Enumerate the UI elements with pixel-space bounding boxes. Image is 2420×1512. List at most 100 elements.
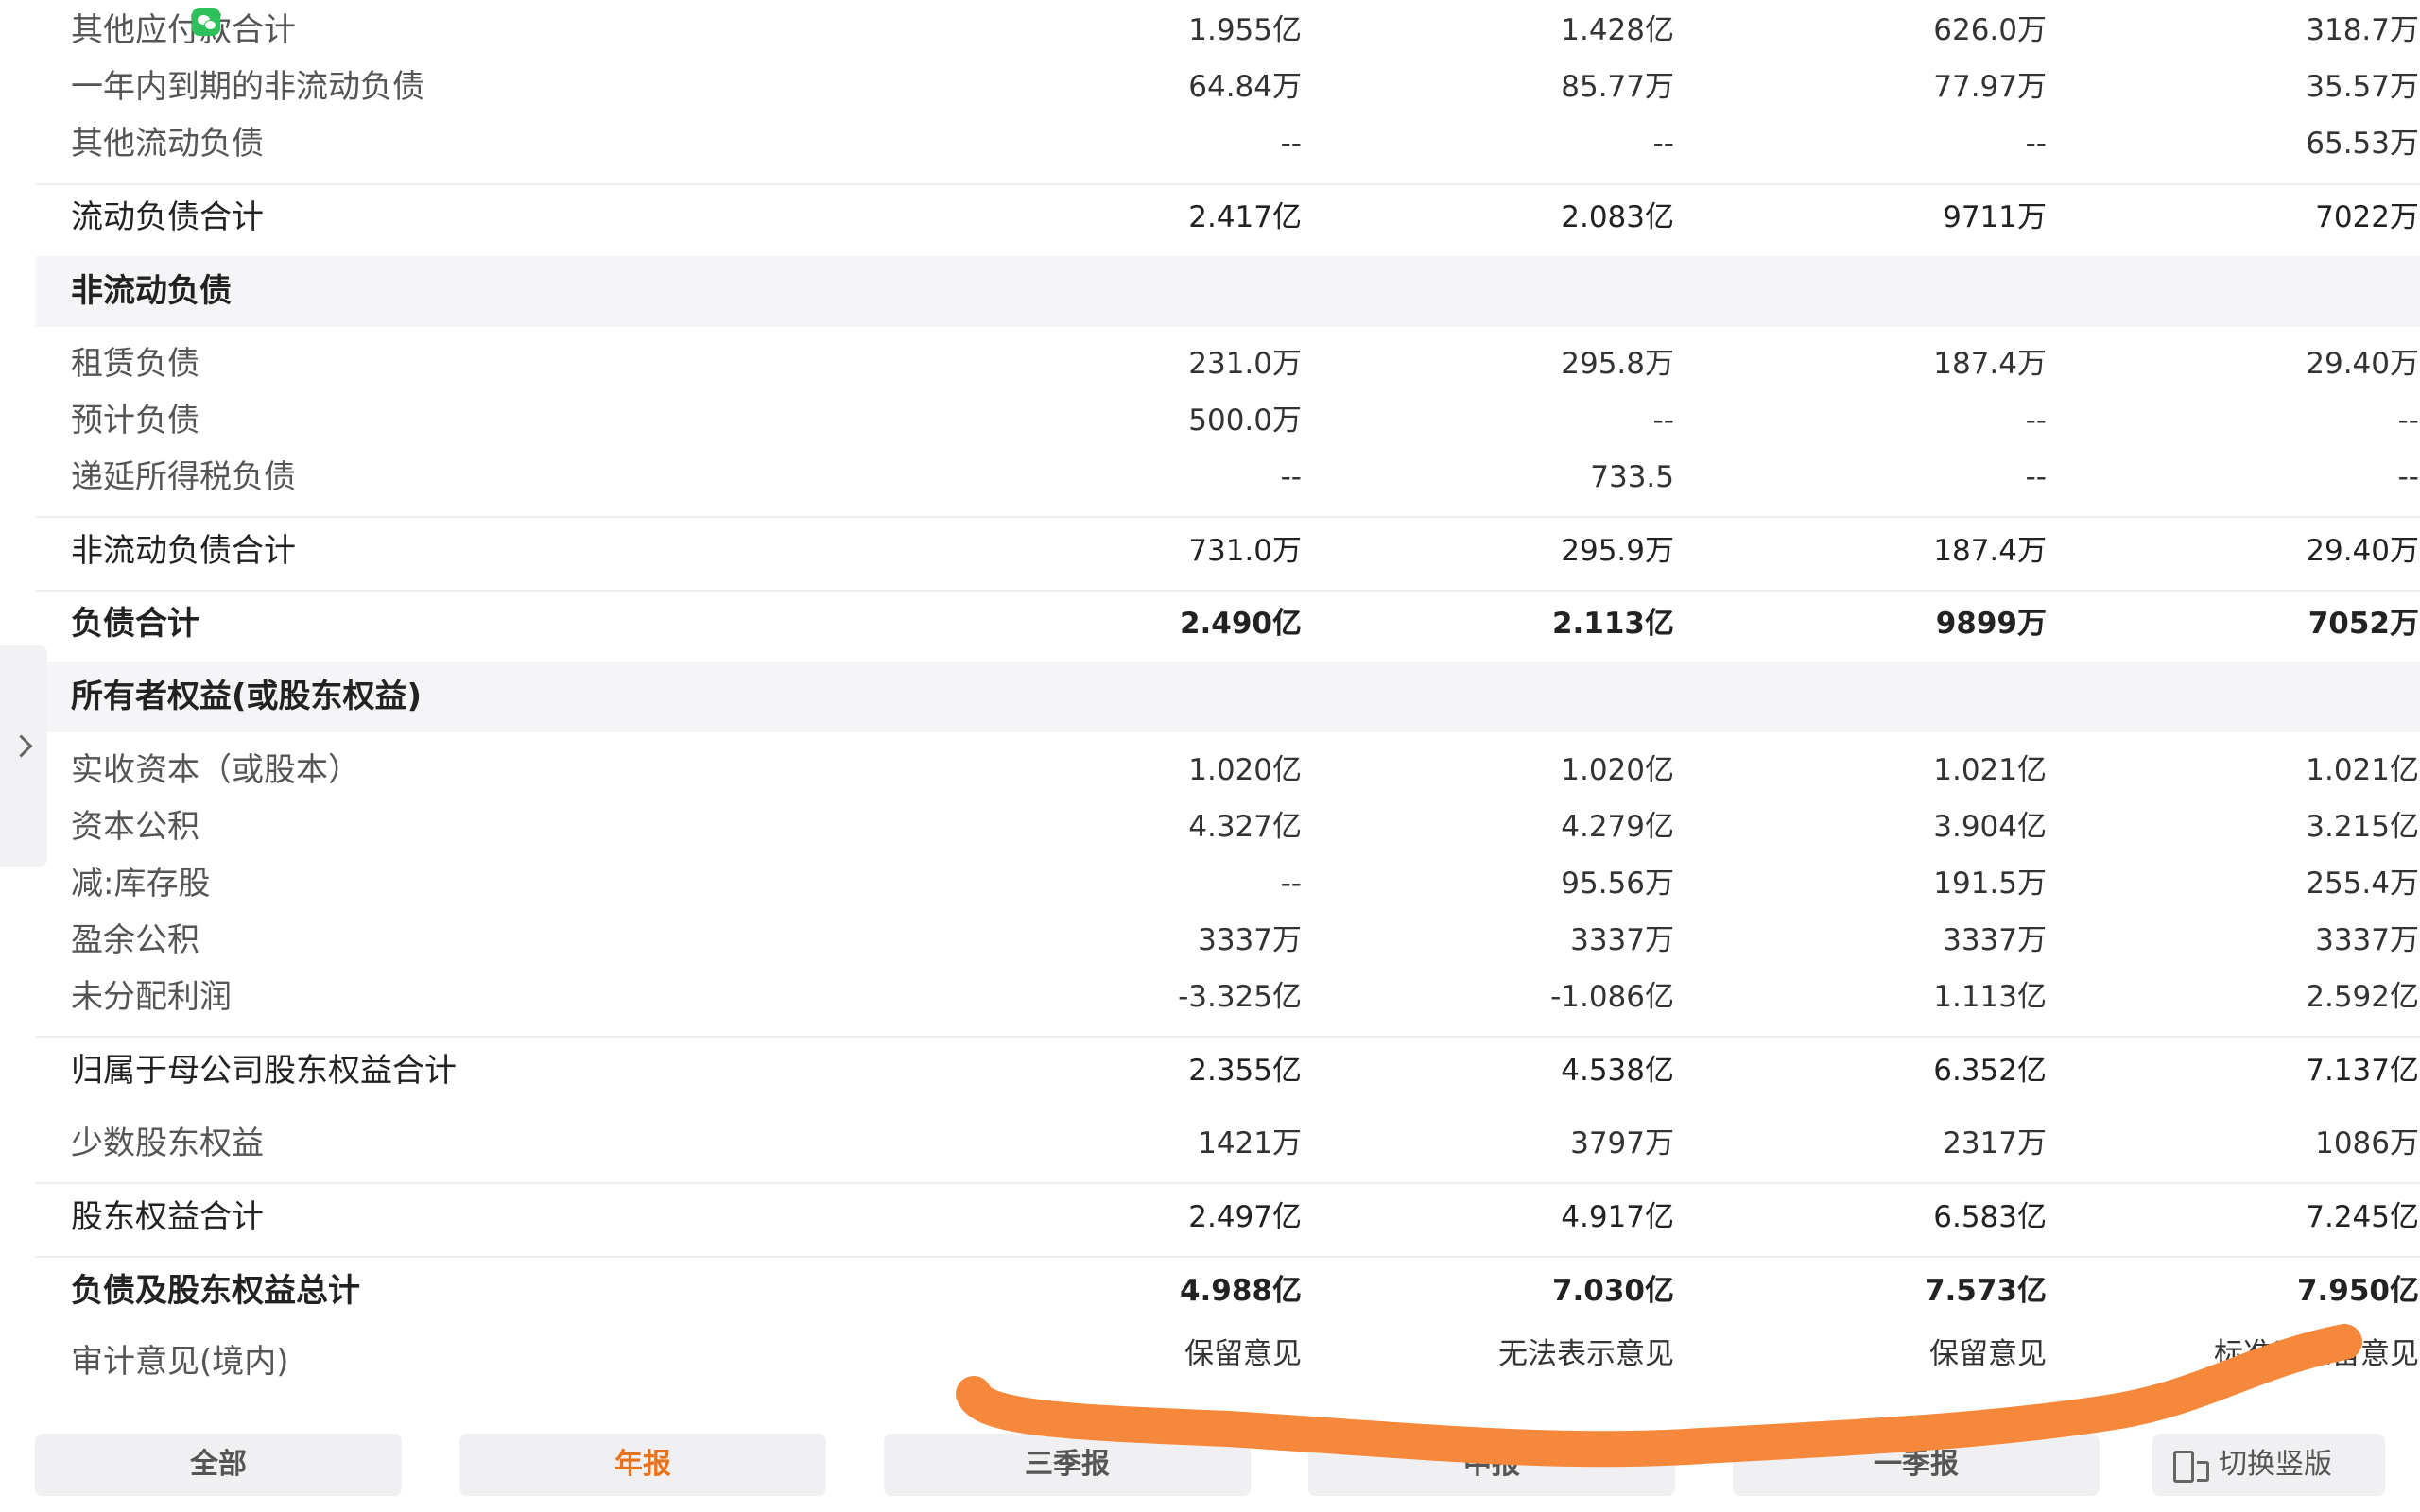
row-noncurrent-total: 非流动负债合计 731.0万 295.9万 187.4万 29.40万 bbox=[35, 523, 2420, 579]
row-value: 3.904亿 bbox=[1933, 810, 2047, 844]
row-paid-in: 实收资本（或股本） 1.020亿 1.020亿 1.021亿 1.021亿 bbox=[35, 742, 2420, 799]
row-value: 3797万 bbox=[1570, 1126, 1674, 1160]
row-value: -- bbox=[2025, 404, 2047, 438]
row-value: 1.020亿 bbox=[1188, 753, 1302, 787]
row-value: 6.583亿 bbox=[1933, 1200, 2047, 1234]
row-value: 3337万 bbox=[1198, 923, 1302, 957]
row-label: 归属于母公司股东权益合计 bbox=[71, 1052, 457, 1090]
row-value: 9711万 bbox=[1943, 200, 2047, 234]
balance-sheet-page: 其他应付款合计 1.955亿 1.428亿 626.0万 318.7万 一年内到… bbox=[0, 0, 2420, 1512]
wechat-icon[interactable] bbox=[192, 8, 220, 36]
row-label: 未分配利润 bbox=[71, 978, 232, 1016]
row-divider bbox=[35, 183, 2420, 185]
row-value: 1.113亿 bbox=[1933, 980, 2047, 1014]
row-label: 实收资本（或股本） bbox=[71, 751, 360, 789]
row-value: 3.215亿 bbox=[2306, 810, 2419, 844]
row-value: 1.955亿 bbox=[1188, 13, 1302, 47]
report-period-tabbar: 全部 年报 三季报 中报 一季报 切换竖版 bbox=[0, 1422, 2420, 1512]
row-value: 35.57万 bbox=[2306, 70, 2419, 104]
row-value: 1086万 bbox=[2315, 1126, 2419, 1160]
row-value: 1.020亿 bbox=[1561, 753, 1674, 787]
row-divider bbox=[35, 1256, 2420, 1258]
row-value: 保留意见 bbox=[1929, 1337, 2047, 1371]
row-value: -- bbox=[1652, 404, 1674, 438]
row-value: -3.325亿 bbox=[1178, 980, 1302, 1014]
row-liab-total: 负债合计 2.490亿 2.113亿 9899万 7052万 bbox=[35, 595, 2420, 652]
tab-annual[interactable]: 年报 bbox=[459, 1434, 826, 1496]
row-value: 无法表示意见 bbox=[1498, 1337, 1674, 1371]
tab-q3[interactable]: 三季报 bbox=[884, 1434, 1251, 1496]
row-value: -- bbox=[1652, 127, 1674, 161]
row-label: 少数股东权益 bbox=[71, 1125, 264, 1162]
row-retained-earnings: 未分配利润 -3.325亿 -1.086亿 1.113亿 2.592亿 bbox=[35, 969, 2420, 1025]
row-parent-equity: 归属于母公司股东权益合计 2.355亿 4.538亿 6.352亿 7.137亿 bbox=[35, 1042, 2420, 1099]
row-value: 7022万 bbox=[2315, 200, 2419, 234]
row-value: 29.40万 bbox=[2306, 534, 2419, 568]
row-label: 减:库存股 bbox=[71, 865, 211, 902]
row-label: 负债及股东权益总计 bbox=[71, 1272, 360, 1310]
row-divider bbox=[35, 516, 2420, 518]
row-value: 2317万 bbox=[1943, 1126, 2047, 1160]
row-deferred-tax: 递延所得税负债 -- 733.5 -- -- bbox=[35, 449, 2420, 506]
row-value: 318.7万 bbox=[2306, 13, 2419, 47]
row-label: 非流动负债合计 bbox=[71, 532, 296, 570]
row-value: 731.0万 bbox=[1188, 534, 1302, 568]
row-label: 递延所得税负债 bbox=[71, 458, 296, 496]
row-value: 4.538亿 bbox=[1561, 1054, 1674, 1088]
rotate-screen-icon bbox=[2173, 1451, 2209, 1483]
row-value: 2.497亿 bbox=[1188, 1200, 1302, 1234]
row-value: -- bbox=[1280, 127, 1302, 161]
row-grand-total: 负债及股东权益总计 4.988亿 7.030亿 7.573亿 7.950亿 bbox=[35, 1263, 2420, 1319]
row-value: 295.8万 bbox=[1561, 347, 1674, 381]
row-label: 资本公积 bbox=[71, 808, 199, 846]
row-provisions: 预计负债 500.0万 -- -- -- bbox=[35, 392, 2420, 449]
row-label: 负债合计 bbox=[71, 605, 199, 643]
tab-interim[interactable]: 中报 bbox=[1308, 1434, 1675, 1496]
row-divider bbox=[35, 1036, 2420, 1038]
section-title: 所有者权益(或股东权益) bbox=[71, 678, 423, 715]
row-value: 733.5 bbox=[1590, 460, 1674, 494]
switch-portrait-label: 切换竖版 bbox=[2219, 1448, 2332, 1481]
tab-q1[interactable]: 一季报 bbox=[1733, 1434, 2100, 1496]
row-value: 2.113亿 bbox=[1551, 607, 1674, 641]
side-panel-toggle[interactable] bbox=[0, 645, 47, 867]
row-current-total: 流动负债合计 2.417亿 2.083亿 9711万 7022万 bbox=[35, 189, 2420, 246]
row-label: 审计意见(境内) bbox=[71, 1343, 289, 1381]
row-value: 7.950亿 bbox=[2296, 1274, 2419, 1308]
switch-portrait-button[interactable]: 切换竖版 bbox=[2152, 1434, 2385, 1496]
row-value: 7.137亿 bbox=[2306, 1054, 2419, 1088]
row-treasury-stock: 减:库存股 -- 95.56万 191.5万 255.4万 bbox=[35, 855, 2420, 912]
row-lease: 租赁负债 231.0万 295.8万 187.4万 29.40万 bbox=[35, 335, 2420, 392]
section-title: 非流动负债 bbox=[71, 272, 232, 310]
row-value: 2.083亿 bbox=[1561, 200, 1674, 234]
row-value: -- bbox=[2025, 460, 2047, 494]
row-label: 盈余公积 bbox=[71, 921, 199, 959]
row-other-payables: 其他应付款合计 1.955亿 1.428亿 626.0万 318.7万 bbox=[35, 2, 2420, 59]
row-label: 流动负债合计 bbox=[71, 198, 264, 236]
row-value: 191.5万 bbox=[1933, 867, 2047, 901]
row-value: 标准无保留意见 bbox=[2214, 1337, 2419, 1371]
chevron-right-icon bbox=[9, 734, 33, 758]
row-value: 65.53万 bbox=[2306, 127, 2419, 161]
row-minority-interest: 少数股东权益 1421万 3797万 2317万 1086万 bbox=[35, 1115, 2420, 1172]
row-value: 64.84万 bbox=[1188, 70, 1302, 104]
row-value: 3337万 bbox=[1570, 923, 1674, 957]
row-divider bbox=[35, 1182, 2420, 1184]
row-value: 9899万 bbox=[1935, 607, 2047, 641]
row-value: 1.428亿 bbox=[1561, 13, 1674, 47]
tab-all[interactable]: 全部 bbox=[35, 1434, 402, 1496]
row-surplus-reserve: 盈余公积 3337万 3337万 3337万 3337万 bbox=[35, 912, 2420, 969]
row-value: 4.917亿 bbox=[1561, 1200, 1674, 1234]
row-value: 2.490亿 bbox=[1179, 607, 1302, 641]
row-value: -- bbox=[2397, 460, 2419, 494]
row-value: 1421万 bbox=[1198, 1126, 1302, 1160]
row-value: 7052万 bbox=[2308, 607, 2419, 641]
row-value: 7.245亿 bbox=[2306, 1200, 2419, 1234]
row-label: 预计负债 bbox=[71, 402, 199, 439]
row-value: 4.327亿 bbox=[1188, 810, 1302, 844]
row-value: 1.021亿 bbox=[2306, 753, 2419, 787]
row-value: -- bbox=[1280, 867, 1302, 901]
row-value: 231.0万 bbox=[1188, 347, 1302, 381]
section-header-noncurrent: 非流动负债 bbox=[35, 256, 2420, 327]
row-value: 3337万 bbox=[1943, 923, 2047, 957]
